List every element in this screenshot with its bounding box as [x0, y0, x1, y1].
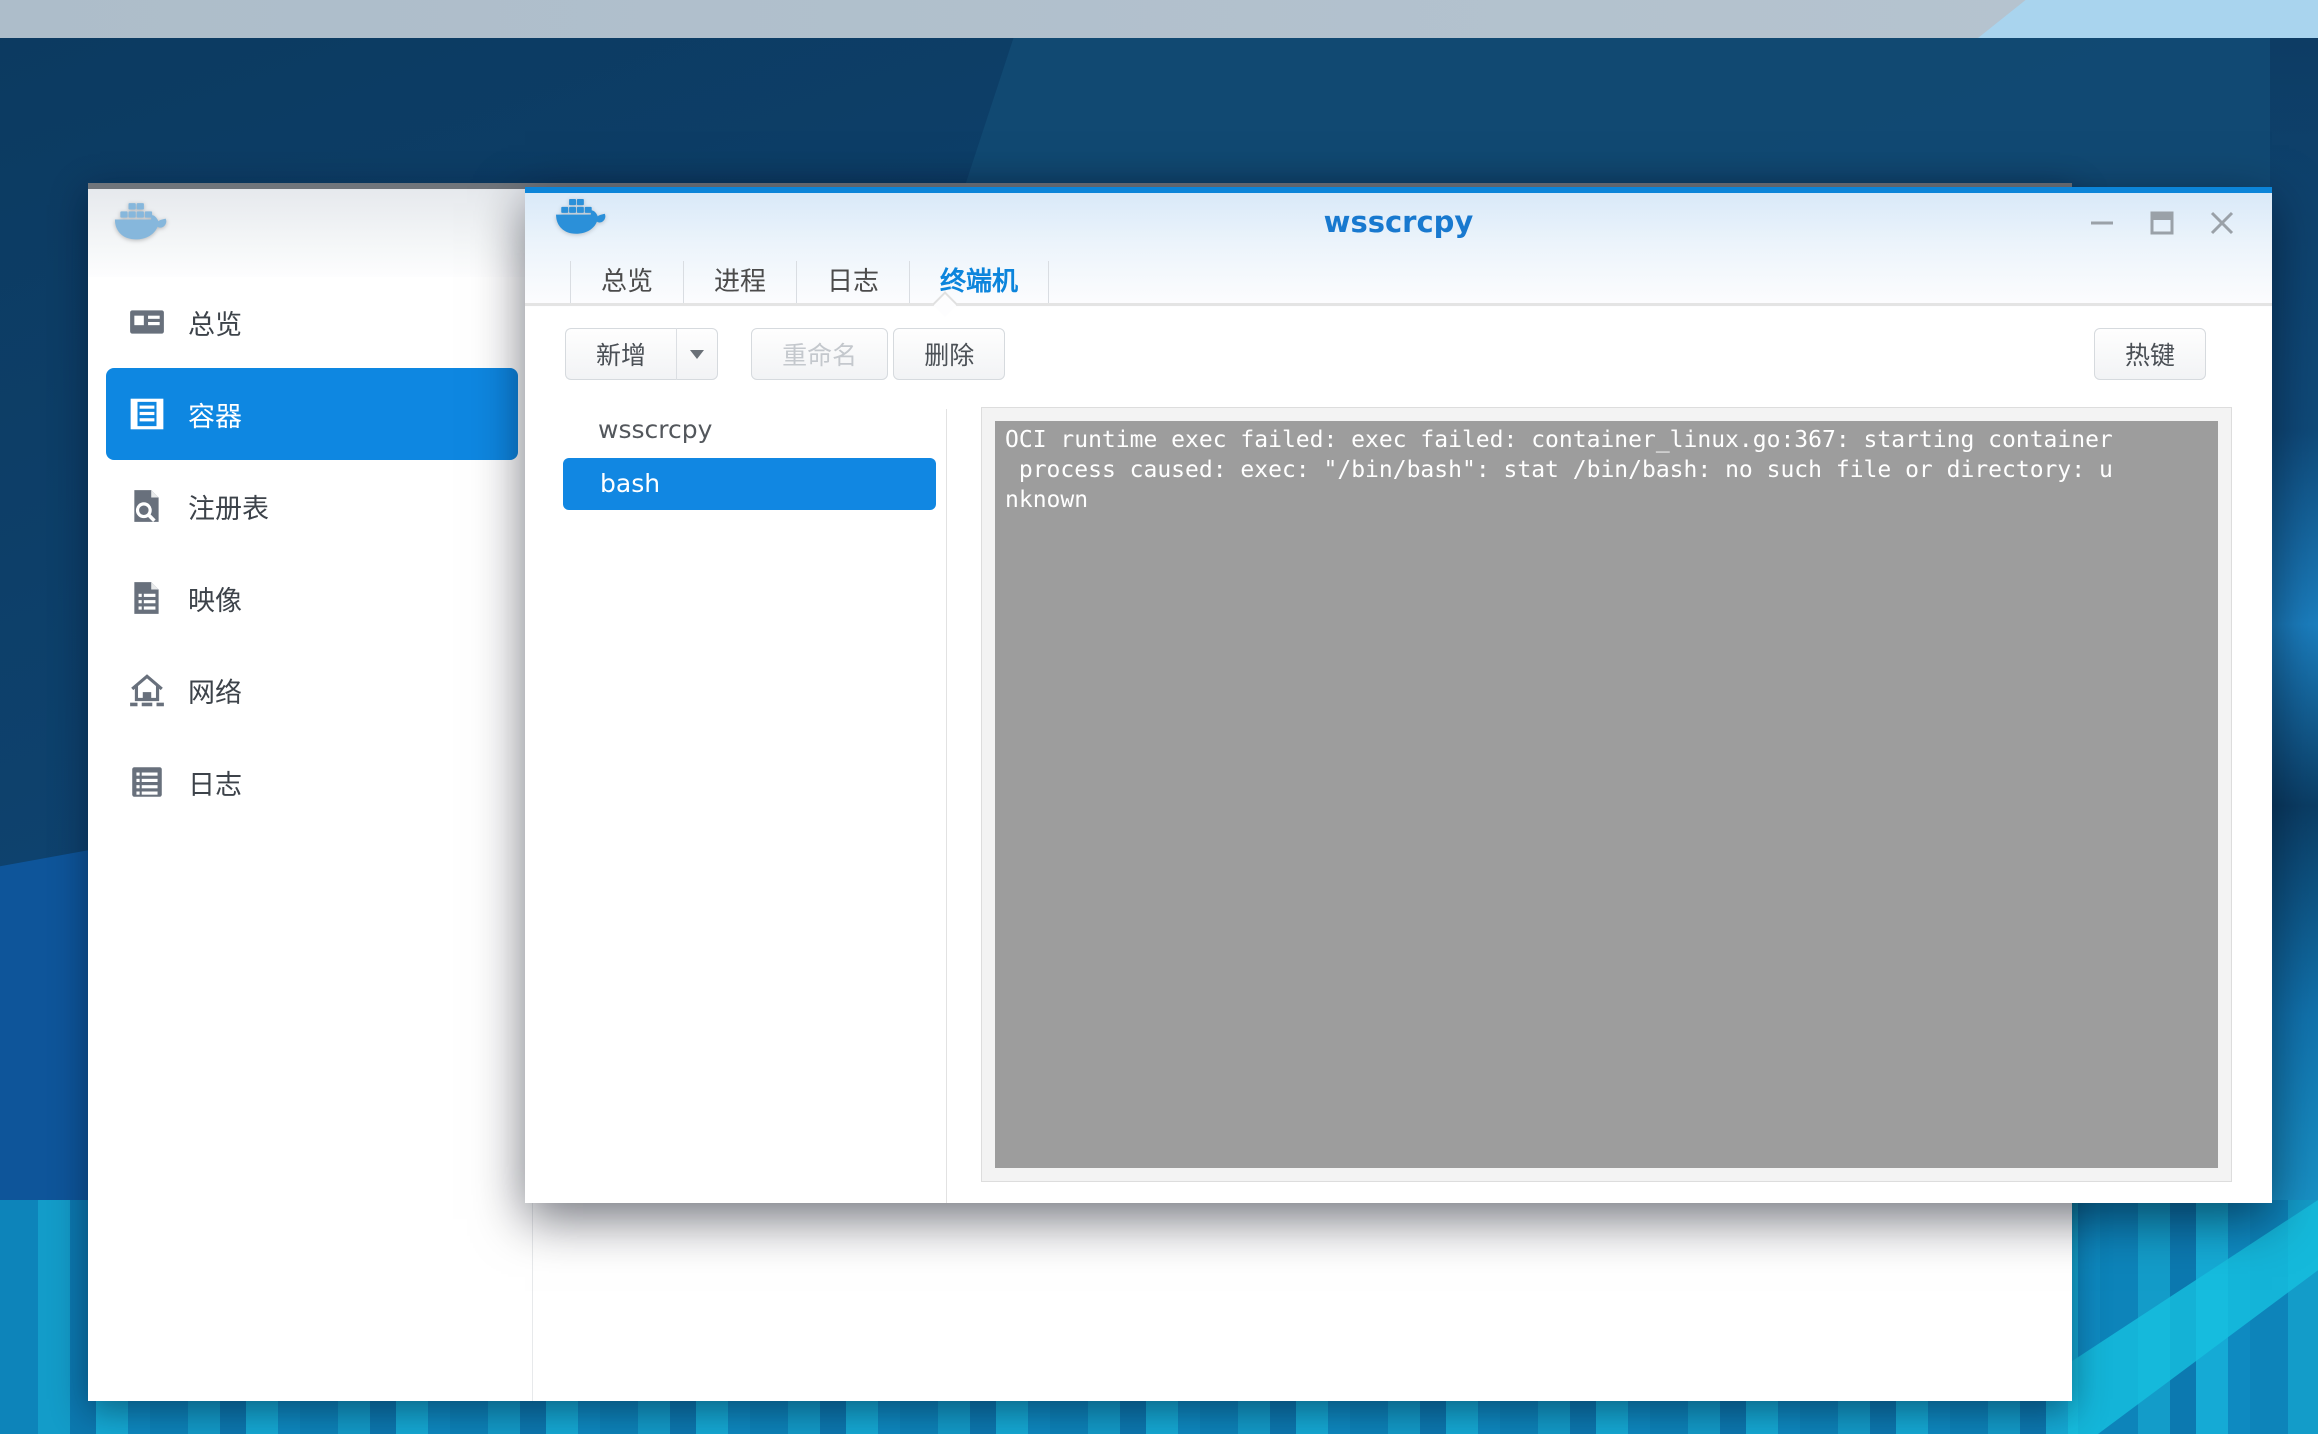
container-icon — [128, 395, 166, 433]
overview-icon — [128, 303, 166, 341]
session-group-label: wsscrcpy — [560, 405, 936, 458]
maximize-button[interactable] — [2146, 207, 2178, 239]
add-split-button: 新增 — [565, 328, 732, 380]
sidebar-item-overview[interactable]: 总览 — [106, 276, 518, 368]
log-icon — [128, 763, 166, 801]
registry-icon — [128, 487, 166, 525]
sidebar-item-label: 映像 — [188, 579, 242, 618]
wallpaper-top-bar-highlight — [1978, 0, 2318, 38]
sidebar-item-logs[interactable]: 日志 — [106, 736, 518, 828]
terminal-session-list: wsscrcpy bash — [560, 405, 936, 510]
tab-log[interactable]: 日志 — [797, 261, 910, 305]
sidebar-item-label: 日志 — [188, 763, 242, 802]
sidebar-item-registry[interactable]: 注册表 — [106, 460, 518, 552]
session-item-bash[interactable]: bash — [563, 458, 936, 510]
terminal-output[interactable]: OCI runtime exec failed: exec failed: co… — [995, 421, 2218, 1168]
hotkeys-button[interactable]: 热键 — [2094, 328, 2206, 380]
sidebar: 总览 容器 注册表 映像 — [106, 276, 518, 828]
close-button[interactable] — [2206, 207, 2238, 239]
dialog-tabs: 总览 进程 日志 终端机 — [570, 261, 1049, 305]
delete-button[interactable]: 删除 — [893, 328, 1005, 380]
wsscrcpy-dialog: wsscrcpy 总览 进程 日志 终端机 新增 重命名 — [525, 187, 2272, 1203]
terminal-panel: OCI runtime exec failed: exec failed: co… — [981, 407, 2232, 1182]
sidebar-item-images[interactable]: 映像 — [106, 552, 518, 644]
image-icon — [128, 579, 166, 617]
tab-overview[interactable]: 总览 — [570, 261, 684, 305]
tab-process[interactable]: 进程 — [684, 261, 797, 305]
list-terminal-divider — [946, 409, 947, 1203]
chevron-down-icon — [690, 350, 704, 359]
add-button[interactable]: 新增 — [565, 328, 676, 380]
docker-whale-icon — [114, 203, 172, 245]
tab-separator — [525, 303, 2272, 306]
rename-button[interactable]: 重命名 — [751, 328, 888, 380]
dialog-title: wsscrcpy — [525, 193, 2272, 251]
sidebar-item-label: 总览 — [188, 303, 242, 342]
sidebar-item-label: 网络 — [188, 671, 242, 710]
sidebar-item-network[interactable]: 网络 — [106, 644, 518, 736]
wallpaper-top-bar — [0, 0, 2318, 38]
terminal-toolbar: 新增 重命名 删除 热键 — [565, 328, 2220, 380]
tab-terminal[interactable]: 终端机 — [910, 261, 1049, 305]
sidebar-item-containers[interactable]: 容器 — [106, 368, 518, 460]
add-dropdown-button[interactable] — [676, 328, 718, 380]
window-controls — [2086, 207, 2238, 239]
sidebar-item-label: 容器 — [188, 395, 242, 434]
sidebar-item-label: 注册表 — [188, 487, 269, 526]
network-icon — [128, 671, 166, 709]
minimize-button[interactable] — [2086, 207, 2118, 239]
desktop: 总览 容器 注册表 映像 — [0, 0, 2318, 1434]
